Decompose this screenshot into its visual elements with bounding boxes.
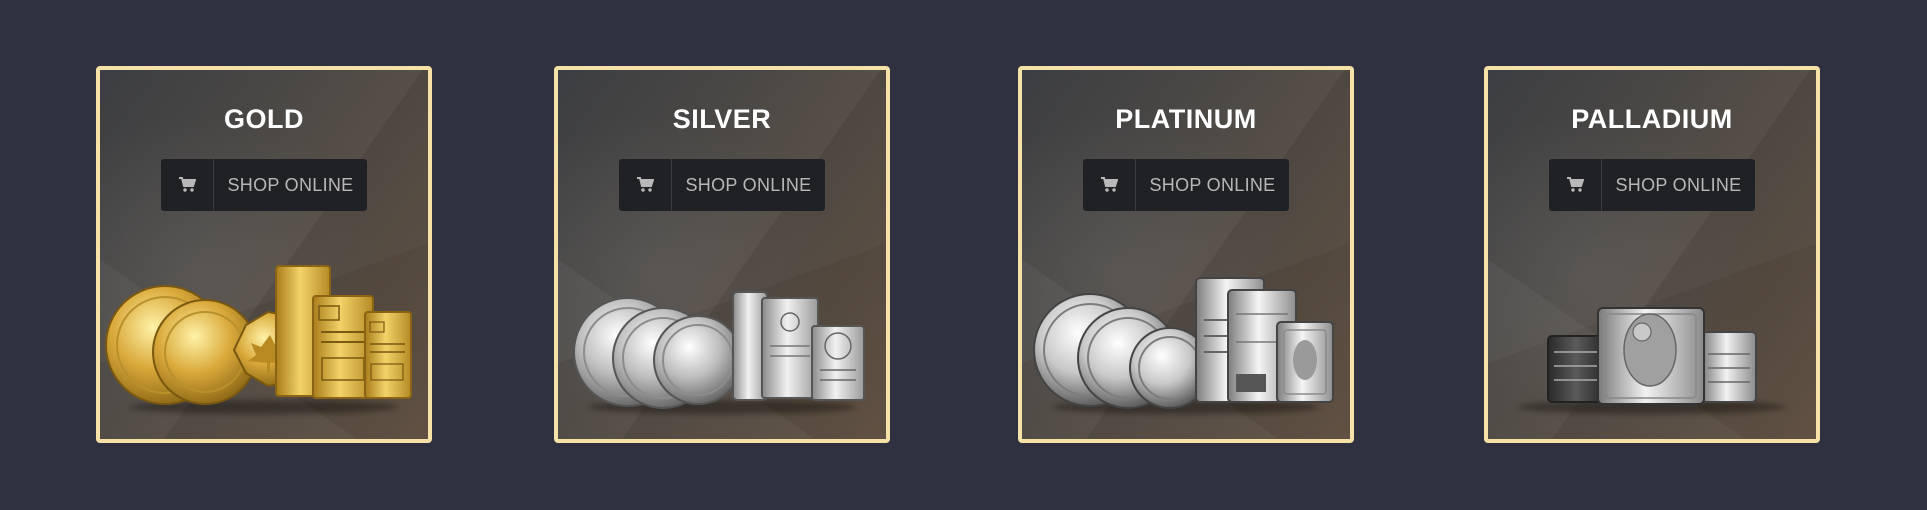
shop-online-button[interactable]: SHOP ONLINE: [1549, 159, 1755, 211]
card-title: PALLADIUM: [1571, 104, 1733, 134]
shop-online-button[interactable]: SHOP ONLINE: [161, 159, 367, 211]
shopping-cart-icon: [1549, 159, 1602, 211]
shop-online-button[interactable]: SHOP ONLINE: [619, 159, 825, 211]
shopping-cart-icon: [619, 159, 672, 211]
gold-coins-and-bars-image: [105, 265, 412, 405]
shop-online-label: SHOP ONLINE: [1149, 174, 1276, 195]
shop-online-label: SHOP ONLINE: [1615, 174, 1742, 195]
card-title: GOLD: [224, 104, 304, 134]
metal-card-platinum[interactable]: PLATINUM SHOP ONLINE: [1018, 66, 1354, 443]
shopping-cart-icon: [161, 159, 214, 211]
metal-card-silver[interactable]: SILVER SHOP ONLINE: [554, 66, 890, 443]
metal-card-gold[interactable]: GOLD SHOP ONLINE: [96, 66, 432, 443]
metal-card-palladium[interactable]: PALLADIUM SHOP ONLINE: [1484, 66, 1820, 443]
shop-online-label: SHOP ONLINE: [227, 174, 354, 195]
shop-online-button[interactable]: SHOP ONLINE: [1083, 159, 1289, 211]
shopping-cart-icon: [1083, 159, 1136, 211]
card-title: PLATINUM: [1115, 104, 1257, 134]
shop-online-label: SHOP ONLINE: [685, 174, 812, 195]
silver-coins-and-bars-image: [573, 291, 865, 409]
palladium-bars-image: [1547, 307, 1757, 405]
platinum-coins-and-bars-image: [1033, 277, 1334, 409]
card-title: SILVER: [672, 104, 772, 134]
